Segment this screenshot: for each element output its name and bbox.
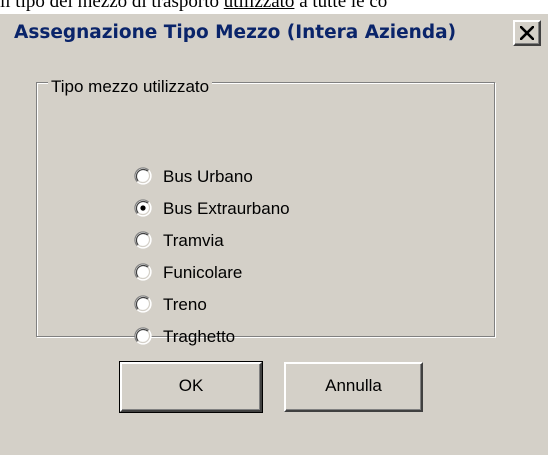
background-text-after: a tutte le co (294, 0, 388, 12)
background-text-underlined: utilizzato (223, 0, 295, 12)
background-text-before: il tipo del mezzo di trasporto (0, 0, 224, 12)
cancel-button[interactable]: Annulla (284, 362, 423, 412)
background-document-text: il tipo del mezzo di trasporto utilizzat… (0, 0, 387, 13)
radio-unchecked-icon[interactable] (134, 295, 152, 313)
radio-unchecked-icon[interactable] (134, 263, 152, 281)
radio-checked-icon[interactable] (134, 199, 152, 217)
radio-unchecked-icon[interactable] (134, 327, 152, 345)
dialog-titlebar[interactable]: Assegnazione Tipo Mezzo (Intera Azienda) (0, 14, 548, 52)
radio-unchecked-icon[interactable] (134, 231, 152, 249)
radio-unchecked-icon[interactable] (134, 167, 152, 185)
radio-option-label: Treno (163, 295, 207, 314)
group-label: Tipo mezzo utilizzato (48, 77, 213, 97)
radio-option-label: Tramvia (163, 231, 224, 250)
radio-option-label: Funicolare (163, 263, 243, 282)
close-button[interactable] (513, 20, 541, 46)
radio-option-label: Bus Extraurbano (163, 199, 290, 218)
dialog-title: Assegnazione Tipo Mezzo (Intera Azienda) (14, 22, 457, 43)
close-icon (520, 26, 534, 40)
ok-button[interactable]: OK (119, 361, 263, 413)
radio-option-label: Traghetto (163, 327, 236, 346)
radio-option-label: Bus Urbano (163, 167, 253, 186)
